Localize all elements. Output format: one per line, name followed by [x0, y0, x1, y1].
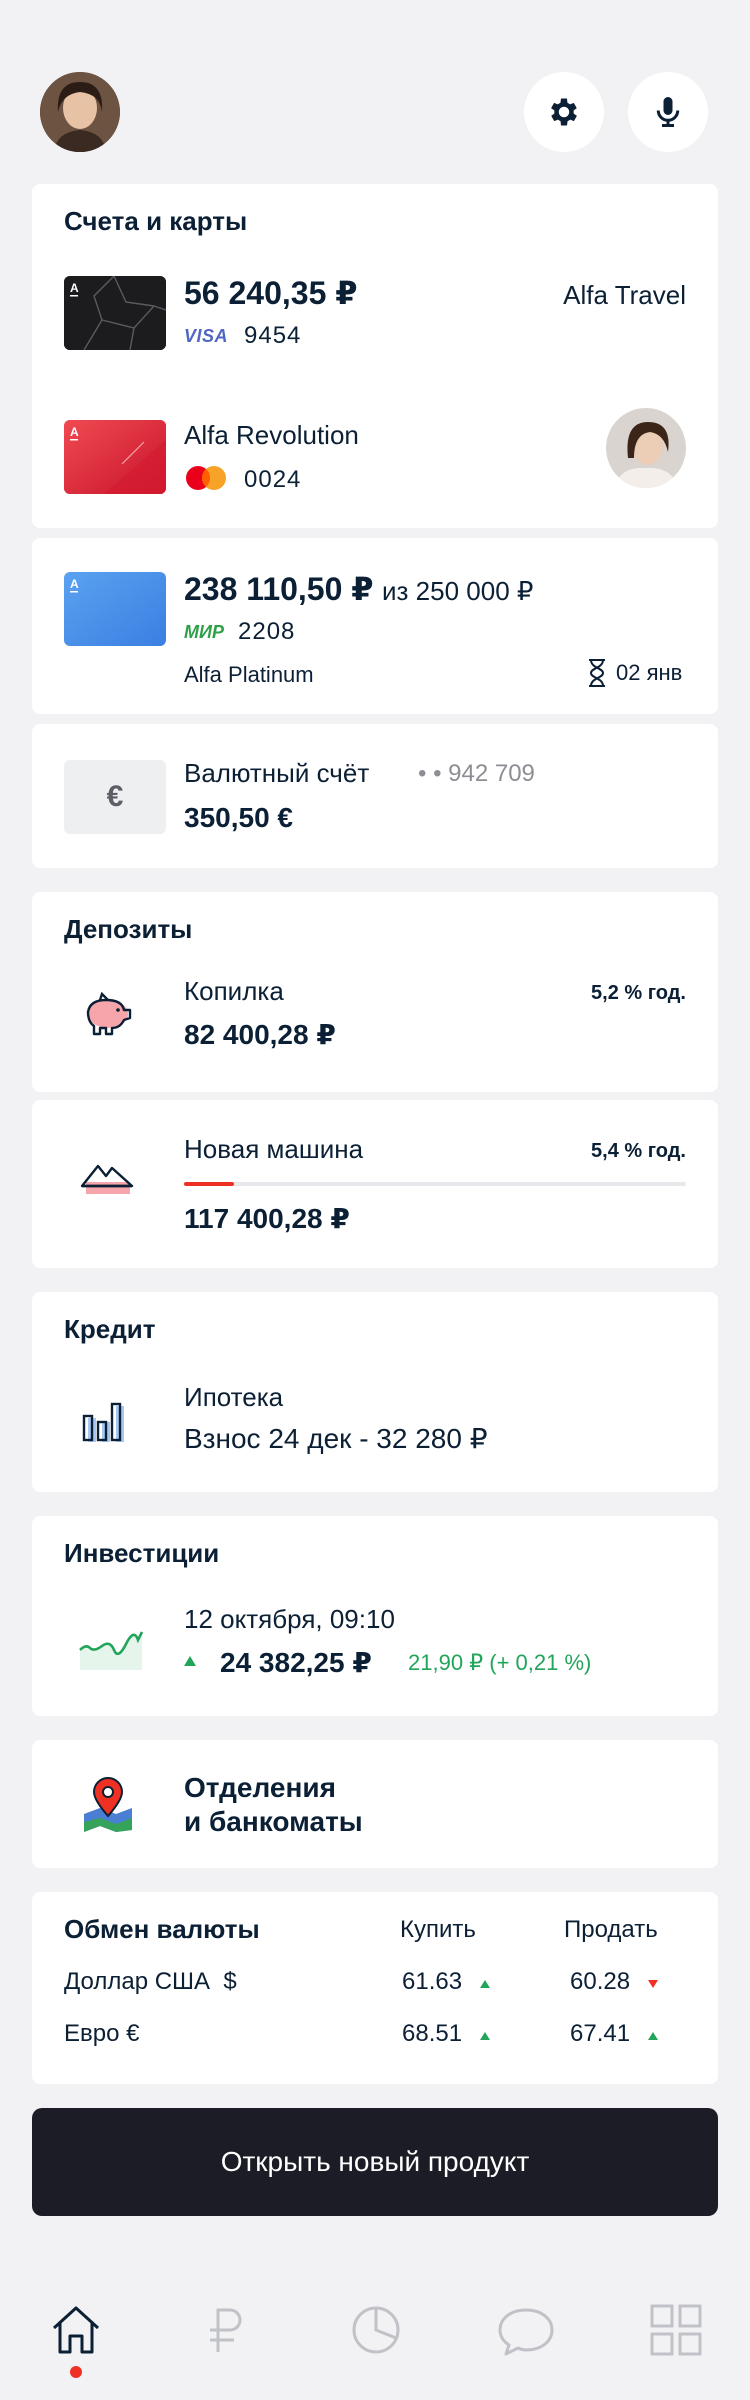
exchange-row-usd: Доллар США $ 61.63 60.28 — [32, 1964, 718, 2008]
svg-text:A: A — [70, 281, 79, 295]
currency-account-number: • • 942 709 — [418, 760, 535, 787]
tab-analytics[interactable] — [336, 2290, 416, 2370]
deposit-amount-kopilka: 82 400,28 ₽ — [184, 1019, 336, 1050]
credit-title: Кредит — [64, 1314, 156, 1344]
exchange-buy-usd: 61.63 — [402, 1968, 463, 1995]
card-item-revolution[interactable]: A Alfa Revolution 0024 — [32, 408, 718, 518]
card-image-travel: A — [64, 276, 166, 350]
branches-card[interactable]: Отделения и банкоматы — [32, 1740, 718, 1868]
card-name-travel: Alfa Travel — [563, 280, 686, 310]
card-balance-travel: 56 240,35 ₽ — [184, 275, 358, 311]
investments-change: 21,90 ₽ (+ 0,21 %) — [408, 1650, 592, 1675]
accounts-card: Счета и карты A 56 240,35 ₽ Alfa Travel … — [32, 184, 718, 528]
svg-text:A: A — [70, 425, 79, 439]
chat-icon — [498, 2308, 554, 2356]
credit-card-number: 2208 — [238, 618, 296, 645]
exchange-currency-eur: Евро € — [64, 2020, 140, 2047]
investments-title: Инвестиции — [64, 1538, 220, 1568]
exchange-title: Обмен валюты — [64, 1914, 260, 1944]
exchange-sell-header: Продать — [564, 1916, 658, 1943]
user-avatar[interactable] — [40, 72, 120, 152]
currency-account[interactable]: € Валютный счёт • • 942 709 350,50 € — [32, 724, 718, 868]
tab-payments[interactable] — [186, 2290, 266, 2370]
card-holder-avatar — [606, 408, 686, 488]
trend-up-icon — [480, 1980, 490, 1988]
mastercard-icon — [184, 464, 228, 492]
grid-icon — [650, 2304, 702, 2356]
bar-chart-icon — [82, 1396, 134, 1444]
card-image-revolution: A — [64, 420, 166, 494]
deposit-rate-car: 5,4 % год. — [591, 1140, 686, 1162]
exchange-sell-eur: 67.41 — [570, 2020, 631, 2047]
exchange-buy-header: Купить — [400, 1916, 476, 1943]
svg-text:A: A — [70, 577, 79, 591]
credit-detail: Взнос 24 дек - 32 280 ₽ — [184, 1423, 488, 1454]
investments-amount: 24 382,25 ₽ — [220, 1647, 372, 1678]
piggy-bank-icon — [78, 988, 134, 1036]
credit-card-name: Alfa Platinum — [184, 662, 314, 687]
credit-card[interactable]: Кредит Ипотека Взнос 24 дек - 32 280 ₽ — [32, 1292, 718, 1492]
credit-card-balance: 238 110,50 ₽ — [184, 571, 374, 607]
trend-down-icon — [648, 1980, 658, 1988]
deposit-amount-car: 117 400,28 ₽ — [184, 1203, 350, 1234]
map-pin-icon — [80, 1774, 136, 1834]
accounts-title: Счета и карты — [64, 206, 248, 236]
euro-icon: € — [64, 760, 166, 834]
card-item-travel[interactable]: A 56 240,35 ₽ Alfa Travel VISA 9454 — [32, 264, 718, 374]
credit-card-account[interactable]: A 238 110,50 ₽ из 250 000 ₽ МИР 2208 Alf… — [32, 538, 718, 714]
deposit-progress-track — [184, 1182, 686, 1186]
mountain-icon — [78, 1156, 136, 1198]
microphone-icon — [656, 97, 680, 127]
bottom-tab-bar — [0, 2260, 750, 2400]
gear-icon — [551, 98, 577, 126]
exchange-sell-usd: 60.28 — [570, 1968, 631, 1995]
branches-label-2: и банкоматы — [184, 1806, 363, 1837]
exchange-currency-usd: Доллар США $ — [64, 1968, 237, 1995]
currency-account-balance: 350,50 € — [184, 802, 293, 833]
open-new-product-button[interactable]: Открыть новый продукт — [32, 2108, 718, 2216]
hourglass-icon — [586, 658, 608, 688]
investments-date: 12 октября, 09:10 — [184, 1604, 395, 1634]
investments-card[interactable]: Инвестиции 12 октября, 09:10 24 382,25 ₽… — [32, 1516, 718, 1716]
deposit-progress-fill — [184, 1182, 235, 1186]
tab-home[interactable] — [36, 2290, 116, 2370]
exchange-card[interactable]: Обмен валюты Купить Продать Доллар США $… — [32, 1892, 718, 2084]
pie-chart-icon — [352, 2306, 400, 2354]
trend-line-icon — [76, 1622, 148, 1672]
card-image-platinum: A — [64, 572, 166, 646]
deposit-name-car: Новая машина — [184, 1134, 364, 1164]
deposit-item-kopilka[interactable]: Копилка 5,2 % год. 82 400,28 ₽ — [32, 972, 718, 1082]
visa-icon: VISA — [184, 326, 229, 346]
tab-more[interactable] — [636, 2290, 716, 2370]
credit-name: Ипотека — [184, 1382, 284, 1412]
deposit-item-car[interactable]: Новая машина 5,4 % год. 117 400,28 ₽ — [32, 1100, 718, 1268]
credit-card-due: 02 янв — [616, 660, 683, 685]
settings-button[interactable] — [524, 72, 604, 152]
ruble-icon — [210, 2308, 242, 2352]
card-number-revolution: 0024 — [244, 466, 302, 493]
euro-symbol: € — [106, 780, 124, 813]
deposit-rate-kopilka: 5,2 % год. — [591, 982, 686, 1004]
deposit-name-kopilka: Копилка — [184, 976, 284, 1006]
card-name-revolution: Alfa Revolution — [184, 420, 359, 450]
currency-account-name: Валютный счёт — [184, 758, 370, 788]
card-number-travel: 9454 — [244, 322, 302, 349]
active-tab-indicator — [70, 2366, 82, 2378]
exchange-row-eur: Евро € 68.51 67.41 — [32, 2016, 718, 2060]
trend-up-icon — [648, 2032, 658, 2040]
credit-card-limit: из 250 000 ₽ — [382, 576, 534, 606]
deposits-title: Депозиты — [64, 914, 193, 944]
trend-up-icon — [184, 1656, 196, 1666]
mir-icon: МИР — [184, 622, 224, 642]
exchange-buy-eur: 68.51 — [402, 2020, 463, 2047]
branches-label-1: Отделения — [184, 1772, 336, 1803]
voice-button[interactable] — [628, 72, 708, 152]
home-icon — [52, 2306, 100, 2354]
deposits-card: Депозиты Копилка 5,2 % год. 82 400,28 ₽ — [32, 892, 718, 1092]
tab-chat[interactable] — [486, 2290, 566, 2370]
trend-up-icon — [480, 2032, 490, 2040]
